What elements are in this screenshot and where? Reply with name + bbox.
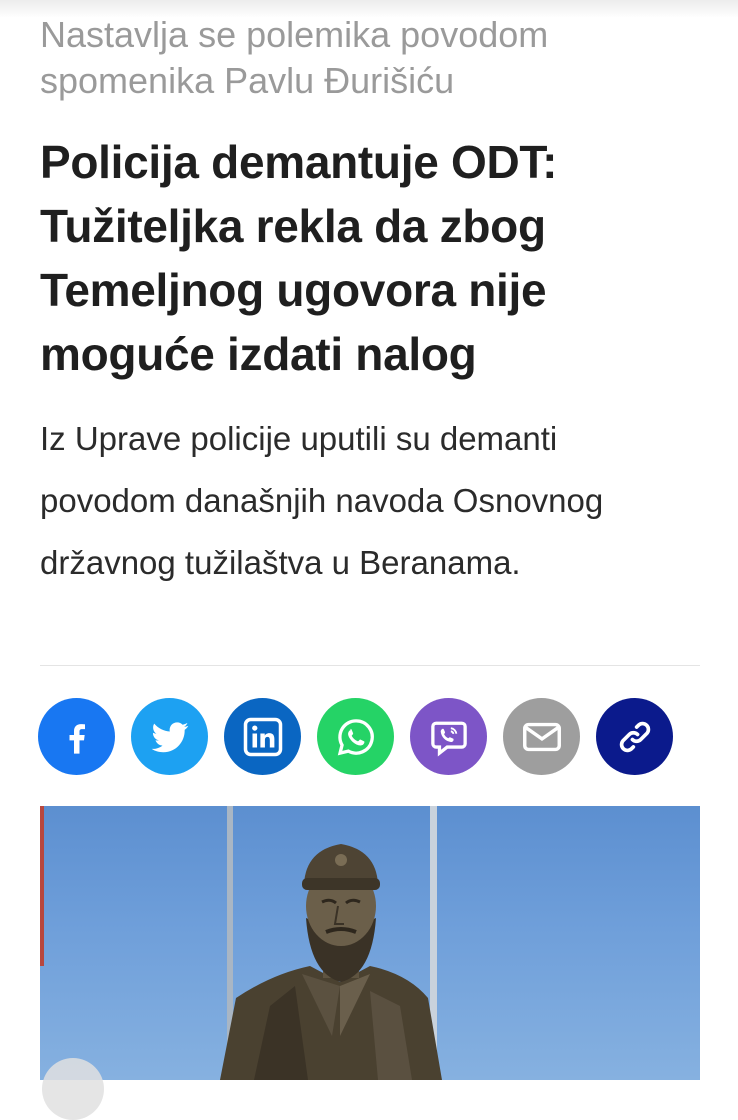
share-facebook-button[interactable]: [38, 698, 115, 775]
share-email-button[interactable]: [503, 698, 580, 775]
envelope-icon: [522, 722, 561, 751]
link-icon: [619, 721, 650, 752]
share-linkedin-button[interactable]: [224, 698, 301, 775]
share-bar: [38, 698, 673, 775]
viber-icon: [430, 721, 467, 757]
linkedin-icon: [243, 717, 282, 756]
share-viber-button[interactable]: [410, 698, 487, 775]
scroll-to-top-button[interactable]: [42, 1058, 104, 1120]
twitter-bird-icon: [151, 721, 188, 752]
article-header: Nastavlja se polemika povodom spomenika …: [40, 12, 702, 594]
article-lead: Iz Uprave policije uputili su demanti po…: [40, 420, 604, 581]
statue-illustration: [40, 806, 442, 1080]
share-twitter-button[interactable]: [131, 698, 208, 775]
facebook-icon: [69, 723, 85, 754]
article-image[interactable]: [40, 806, 700, 1080]
share-copy-link-button[interactable]: [596, 698, 673, 775]
share-whatsapp-button[interactable]: [317, 698, 394, 775]
article-kicker[interactable]: Nastavlja se polemika povodom spomenika …: [40, 12, 702, 104]
article-headline[interactable]: Policija demantuje ODT: Tužiteljka rekla…: [40, 130, 702, 386]
whatsapp-icon: [337, 718, 374, 755]
divider: [40, 665, 700, 666]
